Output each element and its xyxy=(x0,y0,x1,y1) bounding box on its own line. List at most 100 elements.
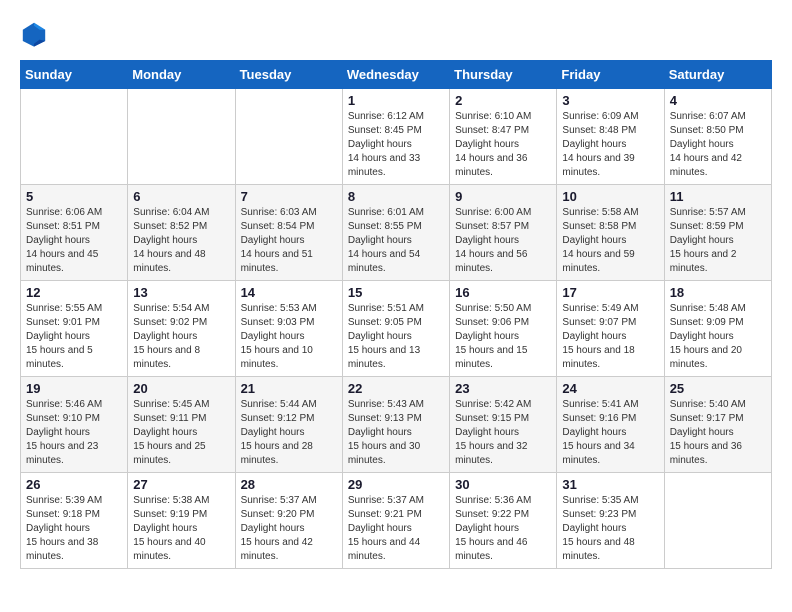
day-cell xyxy=(664,473,771,569)
day-number: 11 xyxy=(670,189,766,204)
day-cell: 7 Sunrise: 6:03 AMSunset: 8:54 PMDaylight… xyxy=(235,185,342,281)
day-cell: 25 Sunrise: 5:40 AMSunset: 9:17 PMDayligh… xyxy=(664,377,771,473)
day-info: Sunrise: 5:50 AMSunset: 9:06 PMDaylight … xyxy=(455,302,551,372)
day-info: Sunrise: 5:49 AMSunset: 9:07 PMDaylight … xyxy=(562,302,658,372)
day-number: 15 xyxy=(348,285,444,300)
weekday-friday: Friday xyxy=(557,61,664,89)
day-info: Sunrise: 5:38 AMSunset: 9:19 PMDaylight … xyxy=(133,494,229,564)
day-number: 14 xyxy=(241,285,337,300)
day-cell: 20 Sunrise: 5:45 AMSunset: 9:11 PMDayligh… xyxy=(128,377,235,473)
day-info: Sunrise: 6:09 AMSunset: 8:48 PMDaylight … xyxy=(562,110,658,180)
day-cell xyxy=(21,89,128,185)
day-cell: 27 Sunrise: 5:38 AMSunset: 9:19 PMDayligh… xyxy=(128,473,235,569)
week-row-4: 19 Sunrise: 5:46 AMSunset: 9:10 PMDayligh… xyxy=(21,377,772,473)
day-info: Sunrise: 6:10 AMSunset: 8:47 PMDaylight … xyxy=(455,110,551,180)
day-cell: 19 Sunrise: 5:46 AMSunset: 9:10 PMDayligh… xyxy=(21,377,128,473)
day-cell xyxy=(128,89,235,185)
day-cell: 1 Sunrise: 6:12 AMSunset: 8:45 PMDaylight… xyxy=(342,89,449,185)
day-cell: 2 Sunrise: 6:10 AMSunset: 8:47 PMDaylight… xyxy=(450,89,557,185)
day-info: Sunrise: 5:39 AMSunset: 9:18 PMDaylight … xyxy=(26,494,122,564)
day-cell: 15 Sunrise: 5:51 AMSunset: 9:05 PMDayligh… xyxy=(342,281,449,377)
day-number: 23 xyxy=(455,381,551,396)
weekday-thursday: Thursday xyxy=(450,61,557,89)
header xyxy=(20,20,772,48)
day-number: 4 xyxy=(670,93,766,108)
day-number: 17 xyxy=(562,285,658,300)
day-number: 16 xyxy=(455,285,551,300)
day-cell: 17 Sunrise: 5:49 AMSunset: 9:07 PMDayligh… xyxy=(557,281,664,377)
day-cell xyxy=(235,89,342,185)
logo-icon xyxy=(20,20,48,48)
day-info: Sunrise: 6:01 AMSunset: 8:55 PMDaylight … xyxy=(348,206,444,276)
day-number: 12 xyxy=(26,285,122,300)
week-row-2: 5 Sunrise: 6:06 AMSunset: 8:51 PMDaylight… xyxy=(21,185,772,281)
day-number: 6 xyxy=(133,189,229,204)
day-number: 9 xyxy=(455,189,551,204)
day-info: Sunrise: 6:07 AMSunset: 8:50 PMDaylight … xyxy=(670,110,766,180)
day-number: 18 xyxy=(670,285,766,300)
day-number: 31 xyxy=(562,477,658,492)
day-info: Sunrise: 5:37 AMSunset: 9:21 PMDaylight … xyxy=(348,494,444,564)
weekday-sunday: Sunday xyxy=(21,61,128,89)
day-cell: 13 Sunrise: 5:54 AMSunset: 9:02 PMDayligh… xyxy=(128,281,235,377)
day-cell: 5 Sunrise: 6:06 AMSunset: 8:51 PMDaylight… xyxy=(21,185,128,281)
day-info: Sunrise: 6:04 AMSunset: 8:52 PMDaylight … xyxy=(133,206,229,276)
day-info: Sunrise: 5:37 AMSunset: 9:20 PMDaylight … xyxy=(241,494,337,564)
day-number: 26 xyxy=(26,477,122,492)
day-cell: 29 Sunrise: 5:37 AMSunset: 9:21 PMDayligh… xyxy=(342,473,449,569)
day-info: Sunrise: 5:53 AMSunset: 9:03 PMDaylight … xyxy=(241,302,337,372)
day-info: Sunrise: 5:54 AMSunset: 9:02 PMDaylight … xyxy=(133,302,229,372)
day-info: Sunrise: 5:51 AMSunset: 9:05 PMDaylight … xyxy=(348,302,444,372)
day-number: 24 xyxy=(562,381,658,396)
weekday-wednesday: Wednesday xyxy=(342,61,449,89)
day-info: Sunrise: 5:58 AMSunset: 8:58 PMDaylight … xyxy=(562,206,658,276)
day-info: Sunrise: 5:35 AMSunset: 9:23 PMDaylight … xyxy=(562,494,658,564)
weekday-saturday: Saturday xyxy=(664,61,771,89)
day-number: 20 xyxy=(133,381,229,396)
day-cell: 14 Sunrise: 5:53 AMSunset: 9:03 PMDayligh… xyxy=(235,281,342,377)
weekday-header-row: SundayMondayTuesdayWednesdayThursdayFrid… xyxy=(21,61,772,89)
weekday-tuesday: Tuesday xyxy=(235,61,342,89)
day-number: 29 xyxy=(348,477,444,492)
day-info: Sunrise: 5:46 AMSunset: 9:10 PMDaylight … xyxy=(26,398,122,468)
day-cell: 9 Sunrise: 6:00 AMSunset: 8:57 PMDaylight… xyxy=(450,185,557,281)
day-number: 22 xyxy=(348,381,444,396)
day-cell: 16 Sunrise: 5:50 AMSunset: 9:06 PMDayligh… xyxy=(450,281,557,377)
day-cell: 8 Sunrise: 6:01 AMSunset: 8:55 PMDaylight… xyxy=(342,185,449,281)
page: SundayMondayTuesdayWednesdayThursdayFrid… xyxy=(0,0,792,579)
day-number: 19 xyxy=(26,381,122,396)
calendar: SundayMondayTuesdayWednesdayThursdayFrid… xyxy=(20,60,772,569)
day-info: Sunrise: 5:41 AMSunset: 9:16 PMDaylight … xyxy=(562,398,658,468)
day-info: Sunrise: 6:12 AMSunset: 8:45 PMDaylight … xyxy=(348,110,444,180)
day-cell: 18Sunrise: 5:48 AMSunset: 9:09 PMDayligh… xyxy=(664,281,771,377)
day-info: Sunrise: 5:36 AMSunset: 9:22 PMDaylight … xyxy=(455,494,551,564)
day-number: 5 xyxy=(26,189,122,204)
day-info: Sunrise: 5:40 AMSunset: 9:17 PMDaylight … xyxy=(670,398,766,468)
day-info: Sunrise: 6:03 AMSunset: 8:54 PMDaylight … xyxy=(241,206,337,276)
day-number: 1 xyxy=(348,93,444,108)
day-info: Sunrise: 6:00 AMSunset: 8:57 PMDaylight … xyxy=(455,206,551,276)
day-info: Sunrise: 5:55 AMSunset: 9:01 PMDaylight … xyxy=(26,302,122,372)
day-cell: 24 Sunrise: 5:41 AMSunset: 9:16 PMDayligh… xyxy=(557,377,664,473)
day-number: 27 xyxy=(133,477,229,492)
day-cell: 28 Sunrise: 5:37 AMSunset: 9:20 PMDayligh… xyxy=(235,473,342,569)
day-number: 3 xyxy=(562,93,658,108)
day-number: 7 xyxy=(241,189,337,204)
day-info: Sunrise: 5:57 AMSunset: 8:59 PMDaylight … xyxy=(670,206,766,276)
day-number: 28 xyxy=(241,477,337,492)
day-number: 2 xyxy=(455,93,551,108)
day-cell: 10Sunrise: 5:58 AMSunset: 8:58 PMDayligh… xyxy=(557,185,664,281)
day-number: 13 xyxy=(133,285,229,300)
day-cell: 26 Sunrise: 5:39 AMSunset: 9:18 PMDayligh… xyxy=(21,473,128,569)
day-cell: 12 Sunrise: 5:55 AMSunset: 9:01 PMDayligh… xyxy=(21,281,128,377)
day-number: 25 xyxy=(670,381,766,396)
day-info: Sunrise: 5:44 AMSunset: 9:12 PMDaylight … xyxy=(241,398,337,468)
day-cell: 6 Sunrise: 6:04 AMSunset: 8:52 PMDaylight… xyxy=(128,185,235,281)
logo xyxy=(20,20,50,48)
day-number: 21 xyxy=(241,381,337,396)
week-row-1: 1 Sunrise: 6:12 AMSunset: 8:45 PMDaylight… xyxy=(21,89,772,185)
day-number: 8 xyxy=(348,189,444,204)
day-info: Sunrise: 5:45 AMSunset: 9:11 PMDaylight … xyxy=(133,398,229,468)
day-info: Sunrise: 6:06 AMSunset: 8:51 PMDaylight … xyxy=(26,206,122,276)
day-cell: 23Sunrise: 5:42 AMSunset: 9:15 PMDayligh… xyxy=(450,377,557,473)
